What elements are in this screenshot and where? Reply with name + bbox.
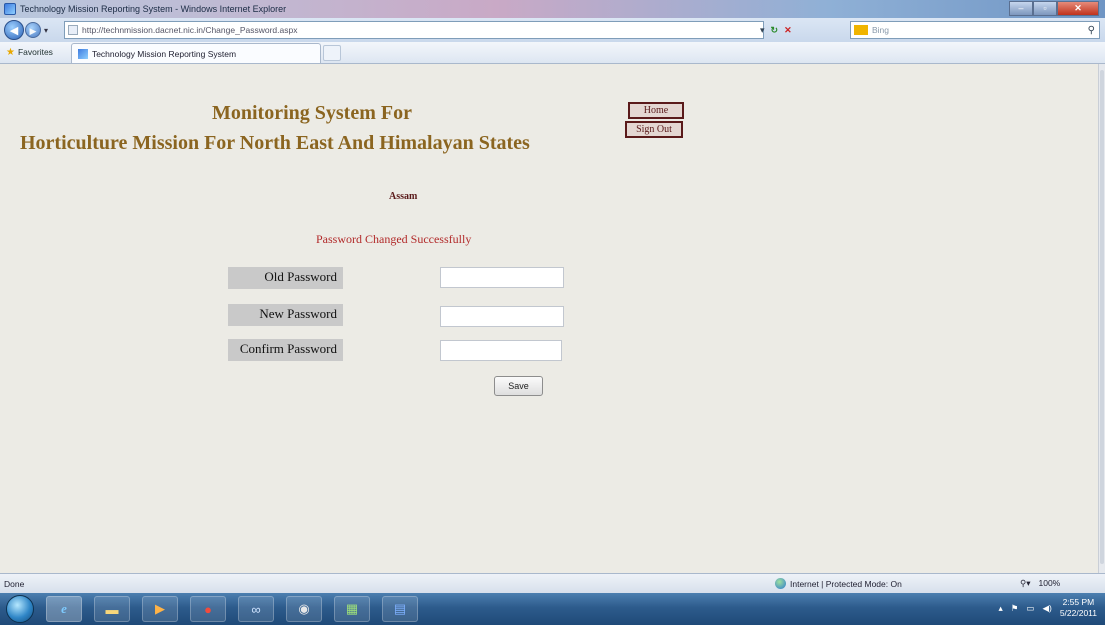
status-text: Done [4, 578, 25, 589]
address-dropdown-icon[interactable]: ▾ [760, 25, 765, 36]
clock-time: 2:55 PM [1062, 597, 1095, 607]
window-controls: – ▫ ✕ [1009, 1, 1099, 16]
disc-icon[interactable]: ◉ [286, 596, 322, 622]
tray-arrow-icon[interactable]: ▴ [999, 603, 1003, 614]
start-button[interactable] [6, 595, 34, 623]
search-box[interactable]: Bing ⚲ [850, 21, 1100, 39]
address-tools: ▾ ↻ ✕ [760, 21, 792, 39]
maximize-button[interactable]: ▫ [1033, 1, 1057, 16]
new-password-label: New Password [228, 304, 343, 326]
chrome-icon[interactable]: ● [190, 596, 226, 622]
media-player-icon[interactable]: ▶ [142, 596, 178, 622]
image-viewer-icon[interactable]: ▦ [334, 596, 370, 622]
taskbar: e ▬ ▶ ● ∞ ◉ ▦ ▤ ▴ ⚑ ▭ ◀) 2:55 PM 5/22/20… [0, 593, 1105, 625]
zoom-level: 100% [1038, 578, 1061, 588]
star-icon: ★ [6, 46, 15, 58]
page-title-line1: Monitoring System For [212, 102, 412, 124]
page-icon [68, 25, 78, 35]
clock-date: 5/22/2011 [1059, 608, 1097, 618]
address-bar[interactable]: http://technmission.dacnet.nic.in/Change… [64, 21, 764, 39]
security-zone[interactable]: Internet | Protected Mode: On [775, 578, 902, 589]
globe-icon [775, 578, 786, 589]
page-content: Monitoring System For Horticulture Missi… [0, 64, 1098, 573]
tab-title: Technology Mission Reporting System [91, 48, 237, 59]
close-button[interactable]: ✕ [1057, 1, 1099, 16]
internet-explorer-icon[interactable]: e [46, 596, 82, 622]
refresh-icon[interactable]: ↻ [771, 25, 779, 36]
confirm-password-label: Confirm Password [228, 339, 343, 361]
system-tray: ▴ ⚑ ▭ ◀) 2:55 PM 5/22/2011 [999, 597, 1098, 619]
stop-icon[interactable]: ✕ [784, 25, 792, 36]
flag-icon[interactable]: ⚑ [1011, 603, 1019, 614]
state-name: Assam [389, 191, 418, 202]
new-password-field[interactable] [440, 306, 564, 327]
ie-app-icon [4, 3, 16, 15]
save-button[interactable]: Save [494, 376, 543, 396]
window-title: Technology Mission Reporting System - Wi… [20, 4, 287, 14]
clock[interactable]: 2:55 PM 5/22/2011 [1060, 597, 1097, 619]
search-placeholder: Bing [872, 25, 890, 35]
bing-icon [854, 25, 868, 35]
zoom-control[interactable]: ⚲▾ 100% [1020, 578, 1060, 589]
window-title-bar: Technology Mission Reporting System - Wi… [0, 0, 1105, 18]
browser-tab[interactable]: Technology Mission Reporting System [70, 43, 321, 63]
old-password-label: Old Password [228, 267, 343, 289]
favorites-label: Favorites [17, 47, 53, 57]
sign-out-link[interactable]: Sign Out [625, 121, 683, 138]
favorites-bar: ★ Favorites Technology Mission Reporting… [0, 42, 1105, 64]
home-link[interactable]: Home [628, 102, 684, 119]
back-button[interactable]: ◀ [4, 20, 24, 40]
tab-favicon-icon [77, 48, 88, 59]
document-icon[interactable]: ▤ [382, 596, 418, 622]
old-password-field[interactable] [440, 267, 564, 288]
network-icon[interactable]: ▭ [1026, 603, 1034, 614]
zone-text: Internet | Protected Mode: On [790, 578, 902, 589]
folder-icon[interactable]: ▬ [94, 596, 130, 622]
page-title-line2: Horticulture Mission For North East And … [20, 132, 530, 154]
confirm-password-field[interactable] [440, 340, 562, 361]
favorites-button[interactable]: ★ Favorites [0, 43, 59, 61]
volume-icon[interactable]: ◀) [1042, 603, 1051, 614]
minimize-button[interactable]: – [1009, 1, 1033, 16]
forward-button[interactable]: ▶ [25, 22, 41, 38]
new-tab-button[interactable] [322, 45, 341, 61]
success-message: Password Changed Successfully [316, 232, 472, 246]
vertical-scrollbar[interactable] [1098, 64, 1105, 573]
zoom-icon: ⚲▾ [1020, 578, 1031, 588]
status-bar: Done Internet | Protected Mode: On ⚲▾ 10… [0, 573, 1105, 593]
search-icon[interactable]: ⚲ [1088, 25, 1095, 36]
scrollbar-thumb[interactable] [1100, 70, 1104, 564]
history-dropdown-icon[interactable]: ▾ [44, 26, 48, 35]
link-icon[interactable]: ∞ [238, 596, 274, 622]
navigation-bar: ◀ ▶ ▾ http://technmission.dacnet.nic.in/… [0, 18, 1105, 42]
address-url: http://technmission.dacnet.nic.in/Change… [82, 25, 298, 35]
